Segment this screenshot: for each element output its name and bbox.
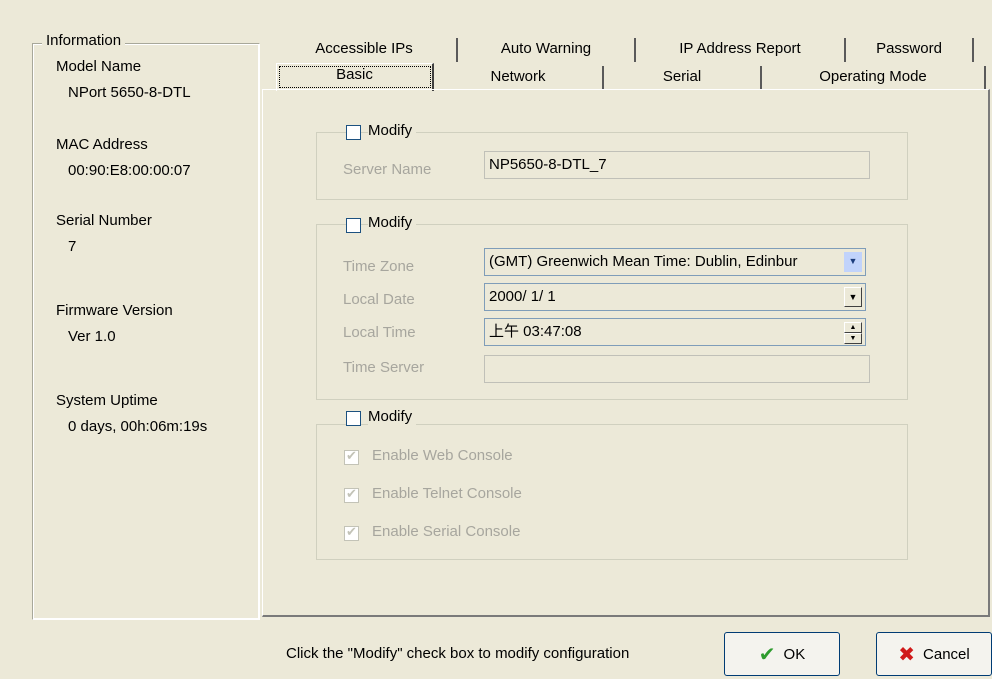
time-modify-label: Modify — [368, 214, 417, 231]
check-icon: ✔ — [346, 486, 357, 501]
model-name-label: Model Name — [56, 58, 142, 75]
close-icon: ✖ — [898, 643, 916, 666]
local-time-value: 上午 03:47:08 — [489, 323, 582, 340]
time-server-field[interactable] — [484, 355, 870, 383]
check-icon: ✔ — [346, 524, 357, 539]
system-uptime-label: System Uptime — [56, 392, 158, 409]
server-name-field[interactable]: NP5650-8-DTL_7 — [484, 151, 870, 179]
tab-password[interactable]: Password — [846, 38, 974, 62]
ok-button-label: OK — [783, 645, 806, 663]
serial-console-checkbox[interactable]: ✔ — [344, 524, 359, 541]
model-name-value: NPort 5650-8-DTL — [68, 84, 191, 101]
mac-address-label: MAC Address — [56, 136, 148, 153]
serial-console-label: Enable Serial Console — [372, 523, 521, 540]
server-name-label: Server Name — [343, 161, 432, 178]
console-modify-label: Modify — [368, 408, 417, 425]
information-group — [32, 43, 260, 620]
tab-network[interactable]: Network — [434, 66, 604, 90]
local-date-picker[interactable]: 2000/ 1/ 1 ▼ — [484, 283, 866, 311]
system-uptime-value: 0 days, 00h:06m:19s — [68, 418, 208, 435]
local-date-label: Local Date — [343, 291, 415, 308]
local-time-picker[interactable]: 上午 03:47:08 ▲ ▼ — [484, 318, 866, 346]
check-icon: ✔ — [346, 448, 357, 463]
cancel-button-label: Cancel — [923, 645, 970, 663]
tab-accessible-ips[interactable]: Accessible IPs — [272, 38, 458, 62]
serial-number-value: 7 — [68, 238, 77, 255]
time-server-label: Time Server — [343, 359, 425, 376]
spin-down-icon[interactable]: ▼ — [844, 333, 862, 344]
time-modify-checkbox[interactable] — [346, 218, 361, 233]
ok-button[interactable]: ✔ OK — [724, 632, 840, 676]
checkmark-icon: ✔ — [758, 643, 776, 666]
spin-up-icon[interactable]: ▲ — [844, 322, 862, 333]
time-zone-select[interactable]: (GMT) Greenwich Mean Time: Dublin, Edinb… — [484, 248, 866, 276]
time-zone-value: (GMT) Greenwich Mean Time: Dublin, Edinb… — [489, 253, 798, 270]
nport-configuration-window: Information Model Name NPort 5650-8-DTL … — [0, 0, 992, 679]
chevron-down-icon[interactable]: ▼ — [844, 287, 862, 307]
web-console-checkbox[interactable]: ✔ — [344, 448, 359, 465]
tab-basic[interactable]: Basic — [276, 63, 434, 91]
telnet-console-checkbox[interactable]: ✔ — [344, 486, 359, 503]
information-legend: Information — [42, 32, 126, 49]
local-time-label: Local Time — [343, 324, 416, 341]
cancel-button[interactable]: ✖ Cancel — [876, 632, 992, 676]
status-hint: Click the "Modify" check box to modify c… — [286, 645, 630, 662]
tab-auto-warning[interactable]: Auto Warning — [458, 38, 636, 62]
server-name-modify-label: Modify — [368, 122, 417, 139]
serial-number-label: Serial Number — [56, 212, 152, 229]
web-console-label: Enable Web Console — [372, 447, 513, 464]
server-name-modify-checkbox[interactable] — [346, 125, 361, 140]
console-modify-checkbox[interactable] — [346, 411, 361, 426]
firmware-version-label: Firmware Version — [56, 302, 173, 319]
chevron-down-icon[interactable]: ▼ — [844, 252, 862, 272]
telnet-console-label: Enable Telnet Console — [372, 485, 522, 502]
mac-address-value: 00:90:E8:00:00:07 — [68, 162, 191, 179]
firmware-version-value: Ver 1.0 — [68, 328, 116, 345]
time-zone-label: Time Zone — [343, 258, 415, 275]
local-date-value: 2000/ 1/ 1 — [489, 288, 556, 305]
tab-operating-mode[interactable]: Operating Mode — [762, 66, 986, 90]
tab-serial[interactable]: Serial — [604, 66, 762, 90]
tab-ip-address-report[interactable]: IP Address Report — [636, 38, 846, 62]
